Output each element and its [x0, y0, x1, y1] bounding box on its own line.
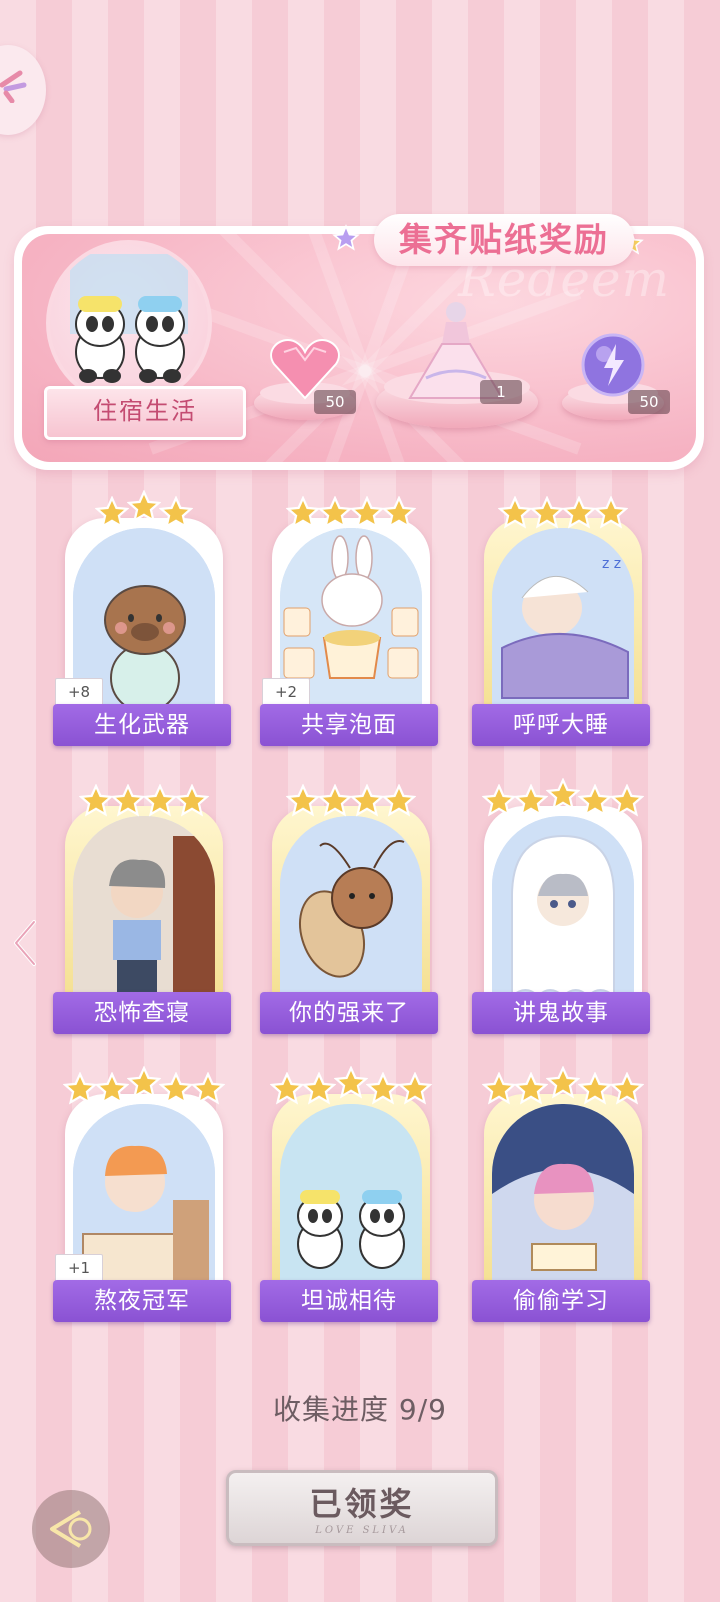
card-title: 恐怖查寝 [53, 992, 231, 1034]
ghost-boy-icon [492, 816, 634, 1006]
album-label: 住宿生活 [44, 386, 246, 440]
star-icon [334, 1066, 368, 1099]
star-icon [318, 784, 352, 817]
card-title: 熬夜冠军 [53, 1280, 231, 1322]
rarity-stars [478, 1066, 648, 1110]
back-button[interactable] [32, 1490, 110, 1568]
rarity-stars [59, 490, 229, 534]
star-icon [514, 1072, 548, 1105]
star-icon [63, 1072, 97, 1105]
star-icon [302, 1072, 336, 1105]
sticker-card[interactable]: +1 熬夜冠军 [53, 1066, 231, 1322]
star-icon [286, 784, 320, 817]
sticker-card[interactable]: 恐怖查寝 [53, 778, 231, 1034]
pandas-bath-icon [280, 1104, 422, 1294]
star-icon [398, 1072, 432, 1105]
star-icon [578, 784, 612, 817]
reward-count: 50 [314, 390, 356, 414]
flower-petal-icon [0, 70, 27, 103]
star-icon [482, 784, 516, 817]
lightning-orb-icon [581, 333, 645, 397]
star-icon [610, 784, 644, 817]
rarity-stars [266, 490, 436, 534]
purple-star-icon [332, 224, 360, 251]
star-icon [350, 496, 384, 529]
star-icon [286, 496, 320, 529]
card-bonus-badge: +2 [262, 678, 310, 706]
claimed-button[interactable]: 已领奖 LOVE SLIVA [226, 1470, 498, 1546]
back-arrow-icon [50, 1510, 92, 1548]
star-icon [143, 784, 177, 817]
star-icon [350, 784, 384, 817]
cockroach-icon [280, 816, 422, 1006]
star-icon [382, 496, 416, 529]
svg-text:z z: z z [602, 556, 621, 572]
sleeping-boy-icon: z z [492, 528, 634, 718]
card-title: 你的强来了 [260, 992, 438, 1034]
star-icon [382, 784, 416, 817]
sticker-card[interactable]: +2 共享泡面 [260, 490, 438, 746]
star-icon [175, 784, 209, 817]
star-icon [318, 496, 352, 529]
star-icon [366, 1072, 400, 1105]
star-icon [482, 1072, 516, 1105]
corner-menu-button[interactable] [0, 45, 46, 135]
card-title: 讲鬼故事 [472, 992, 650, 1034]
studying-boy-icon [492, 1104, 634, 1294]
reward-count: 1 [480, 380, 522, 404]
sticker-card[interactable]: 偷偷学习 [472, 1066, 650, 1322]
rarity-stars [266, 778, 436, 822]
collection-progress: 收集进度 9/9 [273, 1393, 447, 1426]
star-icon [514, 784, 548, 817]
card-title: 偷偷学习 [472, 1280, 650, 1322]
star-icon [95, 496, 129, 529]
star-icon [546, 1066, 580, 1099]
star-icon [127, 490, 161, 523]
card-bonus-badge: +8 [55, 678, 103, 706]
sticker-card[interactable]: z z 呼呼大睡 [472, 490, 650, 746]
prev-arrow-icon[interactable] [10, 918, 40, 968]
star-icon [530, 496, 564, 529]
rarity-stars [478, 778, 648, 822]
card-title: 坦诚相待 [260, 1280, 438, 1322]
banner-title: 集齐贴纸奖励 [374, 214, 634, 266]
reward-banner: Redeem 集齐贴纸奖励 住宿生活 50 1 50 [14, 190, 704, 470]
star-icon [610, 1072, 644, 1105]
card-bonus-badge: +1 [55, 1254, 103, 1282]
star-icon [79, 784, 113, 817]
star-icon [594, 496, 628, 529]
card-title: 共享泡面 [260, 704, 438, 746]
rarity-stars [59, 778, 229, 822]
star-icon [578, 1072, 612, 1105]
claimed-subtext: LOVE SLIVA [315, 1525, 409, 1536]
sticker-card[interactable]: +8 生化武器 [53, 490, 231, 746]
rarity-stars [59, 1066, 229, 1110]
sticker-card[interactable]: 坦诚相待 [260, 1066, 438, 1322]
card-title: 生化武器 [53, 704, 231, 746]
star-icon [270, 1072, 304, 1105]
star-icon [127, 1066, 161, 1099]
sticker-card[interactable]: 你的强来了 [260, 778, 438, 1034]
star-icon [546, 778, 580, 811]
dorm-auntie-icon [73, 816, 215, 1006]
star-icon [159, 496, 193, 529]
card-title: 呼呼大睡 [472, 704, 650, 746]
claimed-label: 已领奖 [309, 1485, 415, 1523]
star-icon [159, 1072, 193, 1105]
star-icon [95, 1072, 129, 1105]
star-icon [562, 496, 596, 529]
star-icon [191, 1072, 225, 1105]
reward-count: 50 [628, 390, 670, 414]
pandas-bath-icon [70, 254, 188, 383]
sticker-card[interactable]: 讲鬼故事 [472, 778, 650, 1034]
rarity-stars [478, 490, 648, 534]
album-cover[interactable] [46, 240, 212, 406]
rarity-stars [266, 1066, 436, 1110]
star-icon [111, 784, 145, 817]
star-icon [498, 496, 532, 529]
